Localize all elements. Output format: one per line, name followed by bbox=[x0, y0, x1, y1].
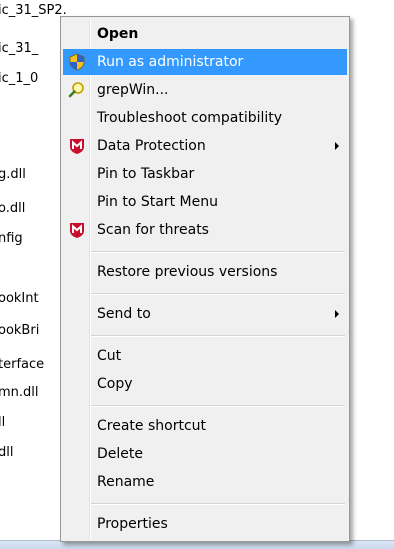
uac-shield-icon bbox=[68, 53, 86, 71]
menu-separator bbox=[91, 503, 345, 505]
mcafee-shield-icon bbox=[68, 221, 86, 239]
menu-item-data-protection[interactable]: Data Protection bbox=[63, 133, 347, 159]
menu-item-copy[interactable]: Copy bbox=[63, 371, 347, 397]
menu-item-label: Send to bbox=[97, 306, 151, 322]
menu-item-label: Create shortcut bbox=[97, 418, 207, 434]
menu-item-label: Pin to Start Menu bbox=[97, 194, 218, 210]
menu-item-label: Run as administrator bbox=[97, 54, 244, 70]
menu-separator bbox=[91, 335, 345, 337]
submenu-arrow-icon bbox=[335, 310, 339, 318]
menu-item-open[interactable]: Open bbox=[63, 21, 347, 47]
menu-item-delete[interactable]: Delete bbox=[63, 441, 347, 467]
menu-item-label: Copy bbox=[97, 376, 133, 392]
file-name[interactable]: g.dll bbox=[0, 166, 66, 184]
menu-item-send-to[interactable]: Send to bbox=[63, 301, 347, 327]
file-name[interactable]: ookInt bbox=[0, 290, 66, 308]
file-name[interactable]: ic_31_ bbox=[0, 40, 66, 58]
context-menu: Open Run as administrator grepWin... Tro… bbox=[60, 16, 350, 542]
mcafee-shield-icon bbox=[68, 137, 86, 155]
menu-item-label: Open bbox=[97, 26, 139, 42]
menu-item-label: grepWin... bbox=[97, 82, 169, 98]
menu-item-create-shortcut[interactable]: Create shortcut bbox=[63, 413, 347, 439]
menu-separator bbox=[91, 251, 345, 253]
file-name[interactable]: o.dll bbox=[0, 200, 66, 218]
grepwin-magnifier-icon bbox=[68, 81, 86, 99]
menu-item-properties[interactable]: Properties bbox=[63, 511, 347, 537]
menu-item-cut[interactable]: Cut bbox=[63, 343, 347, 369]
menu-separator bbox=[91, 293, 345, 295]
menu-item-pin-to-taskbar[interactable]: Pin to Taskbar bbox=[63, 161, 347, 187]
menu-item-label: Pin to Taskbar bbox=[97, 166, 195, 182]
file-name[interactable]: ll bbox=[0, 414, 66, 432]
menu-item-label: Cut bbox=[97, 348, 122, 364]
file-name[interactable]: ic_31_SP2.dll bbox=[0, 2, 66, 20]
menu-item-label: Properties bbox=[97, 516, 168, 532]
menu-item-label: Troubleshoot compatibility bbox=[97, 110, 283, 126]
file-name[interactable]: dll bbox=[0, 444, 66, 462]
menu-item-label: Scan for threats bbox=[97, 222, 209, 238]
file-name[interactable]: nfig bbox=[0, 230, 66, 248]
menu-item-run-as-administrator[interactable]: Run as administrator bbox=[63, 49, 347, 75]
menu-item-label: Delete bbox=[97, 446, 143, 462]
menu-item-troubleshoot-compatibility[interactable]: Troubleshoot compatibility bbox=[63, 105, 347, 131]
menu-separator bbox=[91, 405, 345, 407]
file-name[interactable]: terface bbox=[0, 356, 66, 374]
menu-item-label: Rename bbox=[97, 474, 155, 490]
file-name[interactable]: ookBri bbox=[0, 322, 66, 340]
file-name[interactable]: ic_1_0 bbox=[0, 70, 66, 88]
menu-item-rename[interactable]: Rename bbox=[63, 469, 347, 495]
submenu-arrow-icon bbox=[335, 142, 339, 150]
menu-item-label: Restore previous versions bbox=[97, 264, 278, 280]
menu-item-pin-to-start-menu[interactable]: Pin to Start Menu bbox=[63, 189, 347, 215]
menu-item-grepwin[interactable]: grepWin... bbox=[63, 77, 347, 103]
file-name[interactable]: mn.dll bbox=[0, 384, 66, 402]
menu-item-label: Data Protection bbox=[97, 138, 206, 154]
menu-item-restore-previous-versions[interactable]: Restore previous versions bbox=[63, 259, 347, 285]
menu-item-scan-for-threats[interactable]: Scan for threats bbox=[63, 217, 347, 243]
